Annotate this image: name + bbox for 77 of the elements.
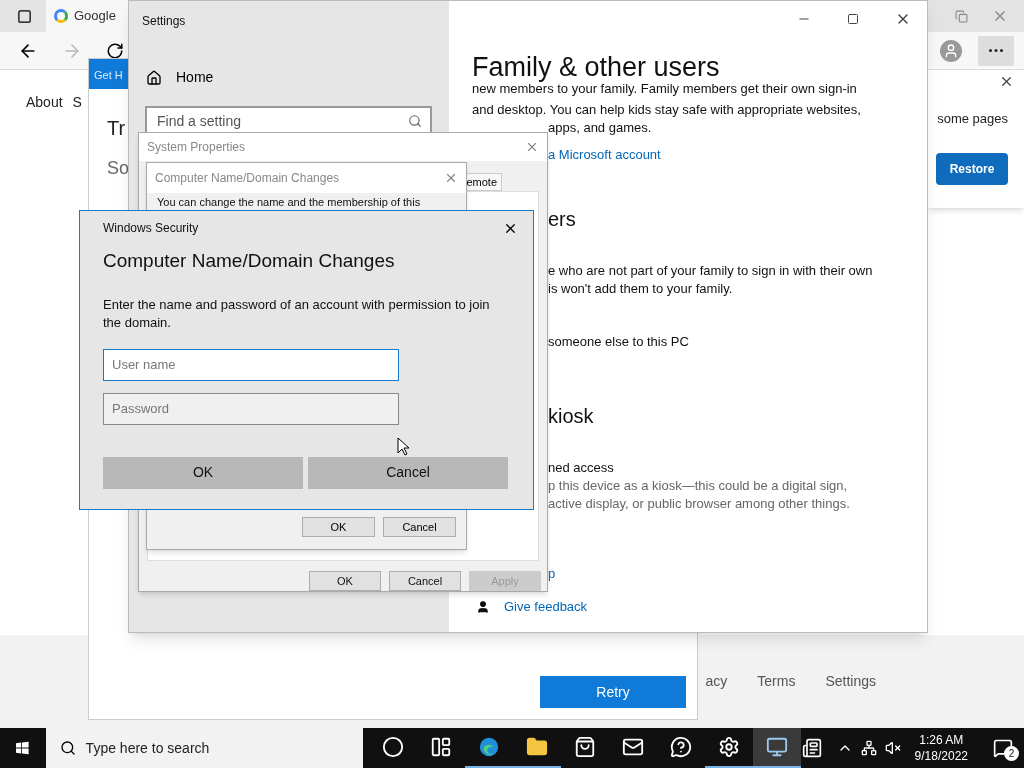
dialog-button[interactable]: Cancel [308, 456, 508, 489]
search-field[interactable]: Type here to search [45, 728, 363, 768]
body-text: p this device as a kiosk—this could be a digital sign, [548, 477, 849, 495]
cursor-icon [397, 437, 409, 456]
notifications-button[interactable]: 2 [982, 728, 1024, 768]
input-field[interactable]: Password [103, 392, 399, 425]
link[interactable]: a Microsoft account [548, 146, 927, 164]
google-logo-icon [54, 9, 68, 23]
speech-bubble-icon [669, 736, 692, 758]
windows-logo-icon[interactable] [16, 740, 29, 756]
taskbar-app[interactable] [752, 728, 801, 768]
link[interactable]: p [548, 565, 927, 583]
tab-actions-icon[interactable] [17, 8, 32, 24]
link[interactable]: someone else to this PC [548, 333, 927, 351]
body-text: active display, or public browser among other things. [548, 495, 851, 513]
error-heading: Tr [107, 116, 126, 141]
dialog-button[interactable]: OK [309, 571, 381, 591]
edge-icon [477, 736, 500, 758]
dialog-button[interactable]: Cancel [383, 517, 456, 537]
dialog-button[interactable]: OK [103, 456, 303, 489]
dialog-button[interactable]: Cancel [389, 571, 461, 591]
footer-link[interactable]: acy [705, 671, 728, 692]
page-title: Family & other users [472, 51, 721, 84]
refresh-icon[interactable] [106, 41, 124, 60]
search-icon [59, 740, 76, 756]
clock-time[interactable]: 1:26 AM [919, 732, 964, 748]
search-icon [408, 114, 422, 128]
error-subheading: So [107, 157, 130, 180]
section-heading: kiosk [548, 404, 595, 429]
footer-link[interactable]: Terms [757, 671, 796, 692]
dialog-button[interactable]: OK [302, 517, 375, 537]
network-icon[interactable] [860, 740, 877, 756]
body-text: e who are not part of your family to sign in with their own [548, 262, 874, 280]
body-text: and desktop. You can help kids stay safe with appropriate websites, [472, 101, 862, 119]
section-heading: ers [548, 207, 577, 232]
retry-button[interactable]: Retry [540, 676, 686, 708]
home-icon [146, 69, 162, 86]
window-title: Settings [142, 13, 187, 30]
restore-button[interactable]: Restore [936, 152, 1008, 185]
folder-icon [525, 736, 548, 758]
circle-icon [381, 736, 404, 758]
input-field[interactable]: User name [103, 348, 399, 381]
body-text: ned access [548, 459, 615, 477]
task-view-icon [429, 736, 452, 758]
tab-title: Google [74, 7, 116, 26]
close-icon[interactable] [999, 74, 1014, 89]
body-text: new members to your family. Family members get their own sign-in [472, 84, 858, 98]
window-title: Windows Security [103, 220, 199, 237]
body-text: is won't add them to your family. [548, 280, 734, 298]
notification-count: 2 [1004, 746, 1019, 761]
envelope-icon [621, 736, 644, 758]
feedback-link[interactable]: Give feedback [504, 597, 588, 617]
footer-link[interactable]: Settings [825, 671, 876, 692]
nav-link[interactable]: S [72, 92, 82, 113]
home-item[interactable]: Home [146, 67, 449, 88]
dialog-title: System Properties [147, 139, 246, 156]
description-text: You can change the name and the membership of this [157, 196, 421, 209]
dialog-title: Computer Name/Domain Changes [155, 170, 340, 187]
browser-tab[interactable]: Google [46, 0, 128, 32]
dialog-message: Enter the name and password of an account with permission to join the domain. [103, 295, 491, 332]
body-text: apps, and games. [548, 119, 653, 137]
maximize-icon[interactable] [847, 13, 859, 25]
shopping-bag-icon [573, 736, 596, 758]
restore-message: some pages [937, 110, 1008, 128]
person-icon [476, 599, 490, 614]
clock-date[interactable]: 9/18/2022 [914, 748, 968, 764]
muted-speaker-icon[interactable] [884, 740, 901, 756]
restore-window-icon[interactable] [955, 9, 968, 23]
news-icon[interactable] [800, 738, 823, 758]
monitor-icon [765, 736, 788, 758]
avatar-icon[interactable] [940, 39, 962, 62]
more-button[interactable] [978, 35, 1014, 66]
settings-icon [717, 736, 740, 758]
help-banner[interactable]: Get H [89, 59, 128, 89]
more-icon [989, 49, 1003, 52]
dialog-heading: Computer Name/Domain Changes [103, 249, 396, 273]
nav-link[interactable]: About [26, 92, 63, 113]
